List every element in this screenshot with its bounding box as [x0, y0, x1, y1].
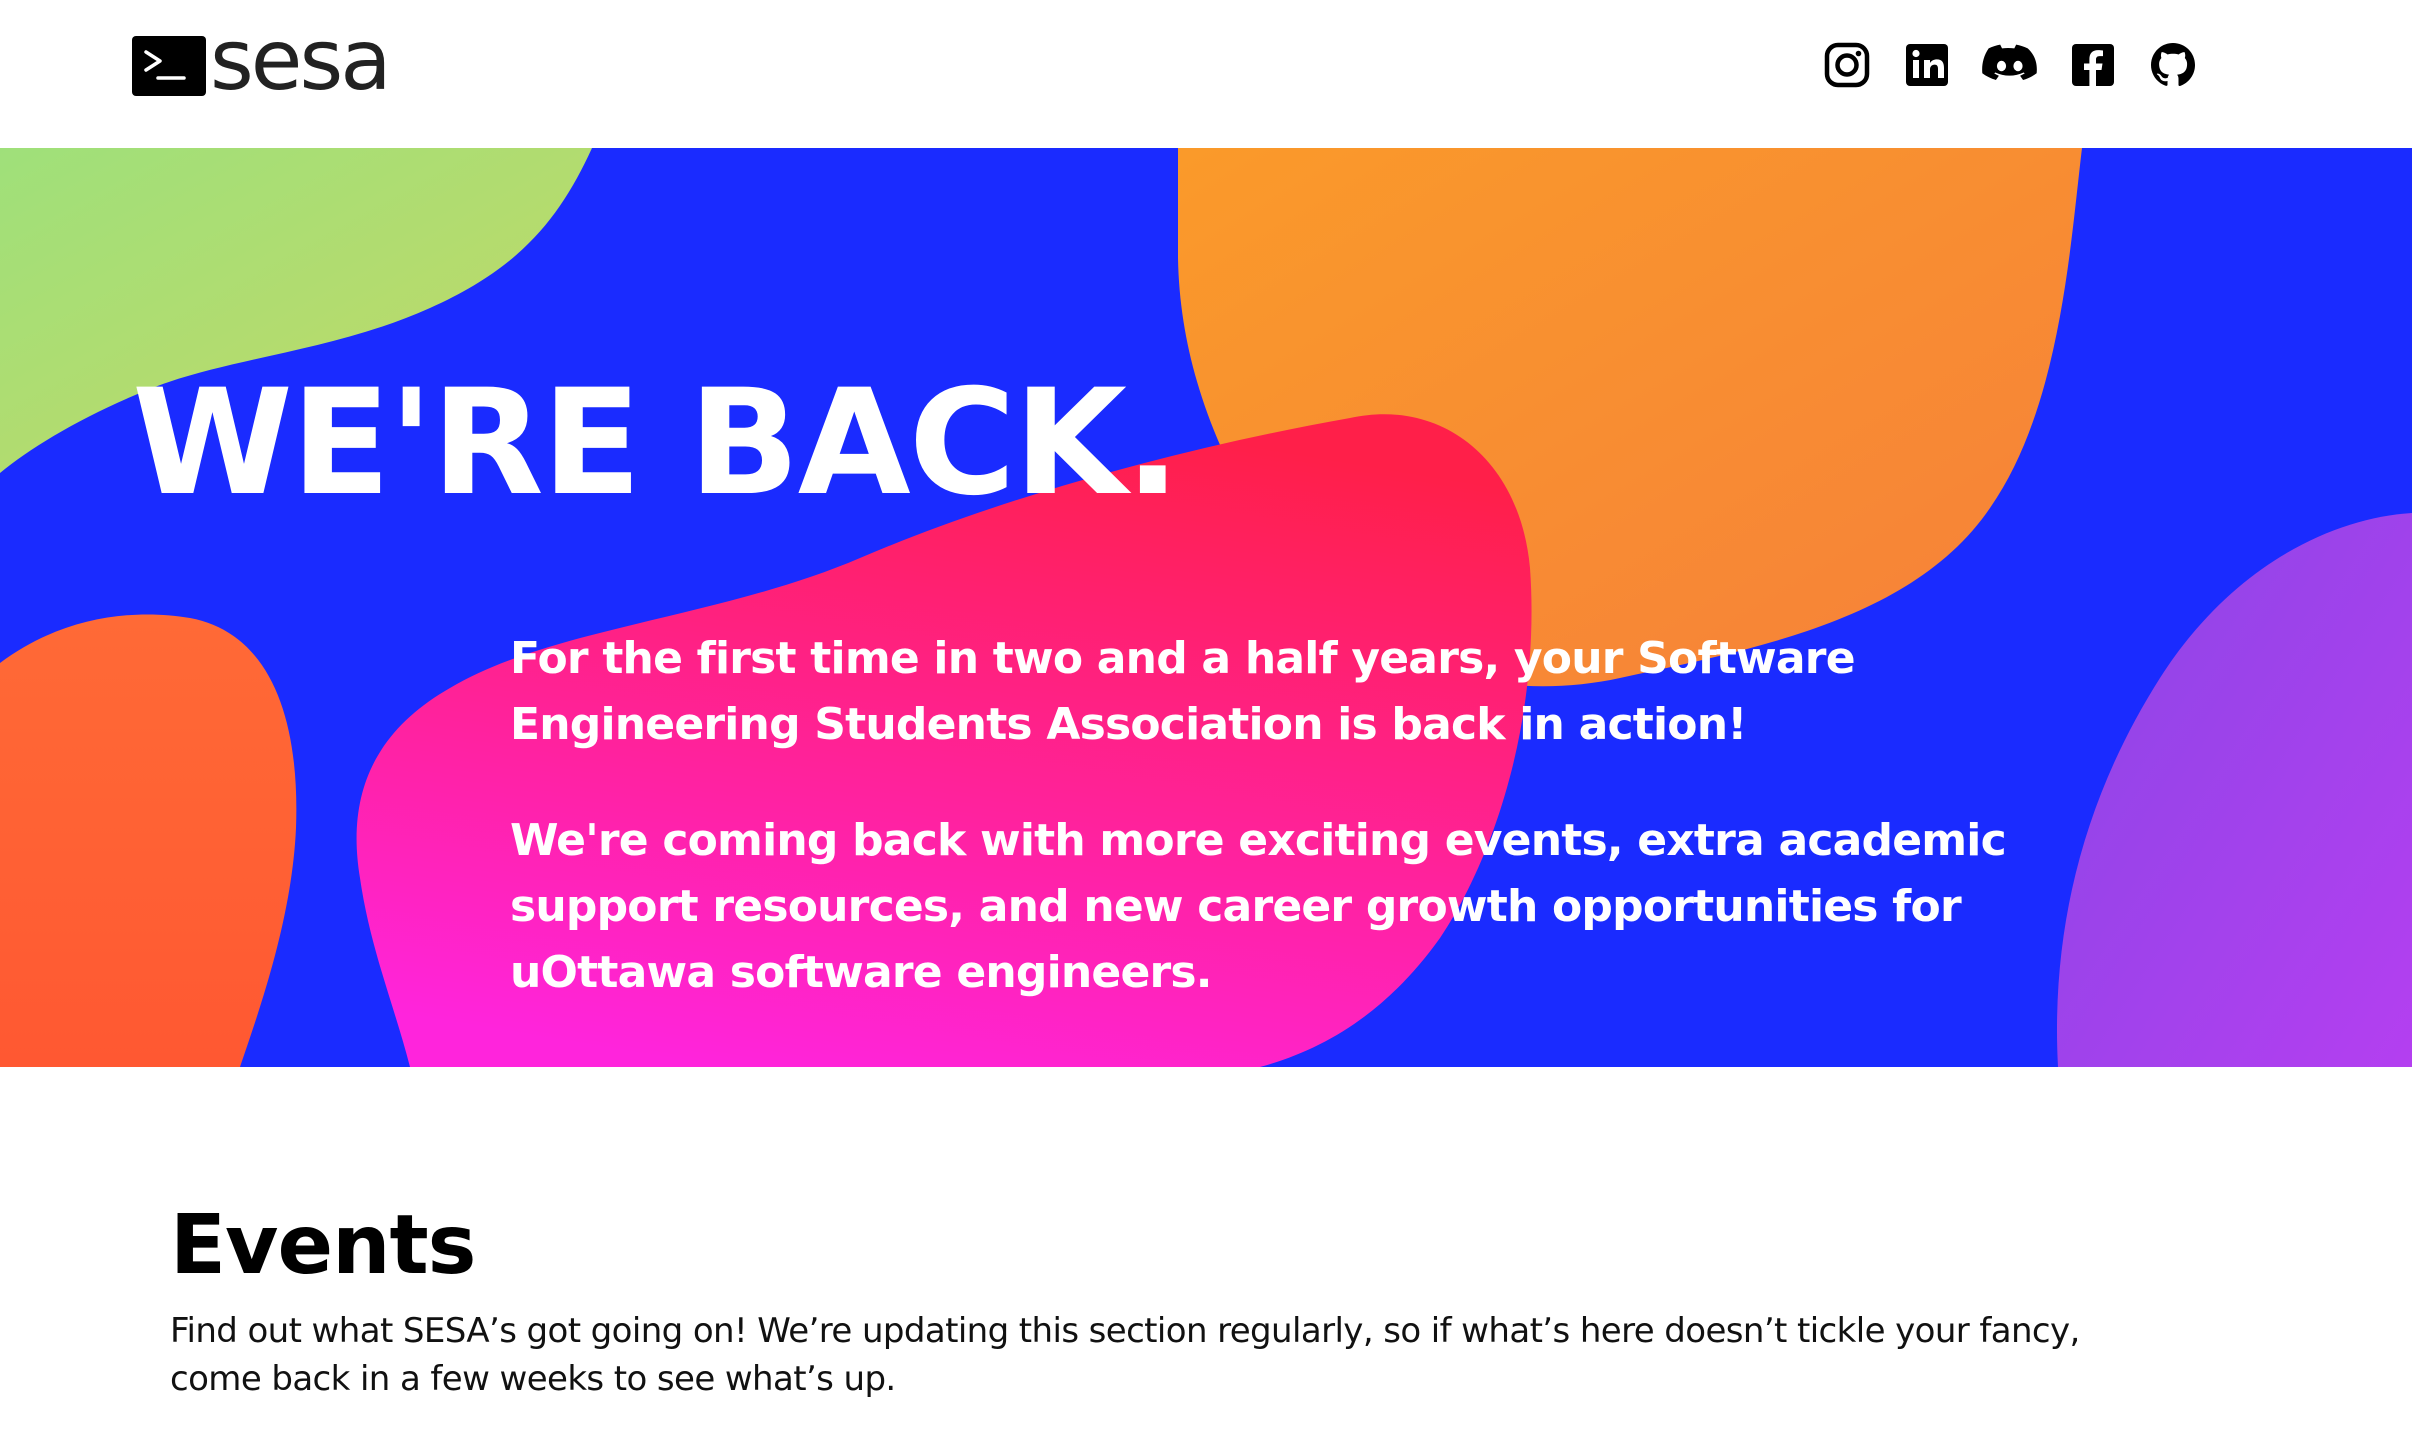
terminal-logo-icon [132, 36, 206, 96]
discord-icon [1982, 44, 2037, 80]
events-description: Find out what SESA’s got going on! We’re… [170, 1311, 2080, 1399]
sesa-logo[interactable]: sesa [132, 18, 392, 106]
linkedin-icon [1906, 44, 1948, 86]
facebook-link[interactable] [2068, 40, 2118, 90]
instagram-link[interactable] [1822, 40, 1872, 90]
logo-text: sesa [210, 11, 392, 109]
social-links [1822, 40, 2198, 90]
hero-banner: WE'RE BACK. For the first time in two an… [0, 148, 2412, 1067]
hero-title: WE'RE BACK. [132, 358, 1180, 528]
site-header: sesa [0, 0, 2412, 148]
hero-paragraph-intro: For the first time in two and a half yea… [510, 633, 1856, 750]
github-icon [2151, 43, 2195, 87]
facebook-icon [2072, 44, 2114, 86]
hero-copy: For the first time in two and a half yea… [510, 626, 2140, 1056]
events-heading: Events [170, 1198, 476, 1293]
instagram-icon [1824, 42, 1870, 88]
hero-paragraph-details: We're coming back with more exciting eve… [510, 815, 2007, 998]
linkedin-link[interactable] [1902, 40, 1952, 90]
discord-link[interactable] [1982, 40, 2038, 90]
red-orange-blob [0, 614, 297, 1067]
github-link[interactable] [2148, 40, 2198, 90]
